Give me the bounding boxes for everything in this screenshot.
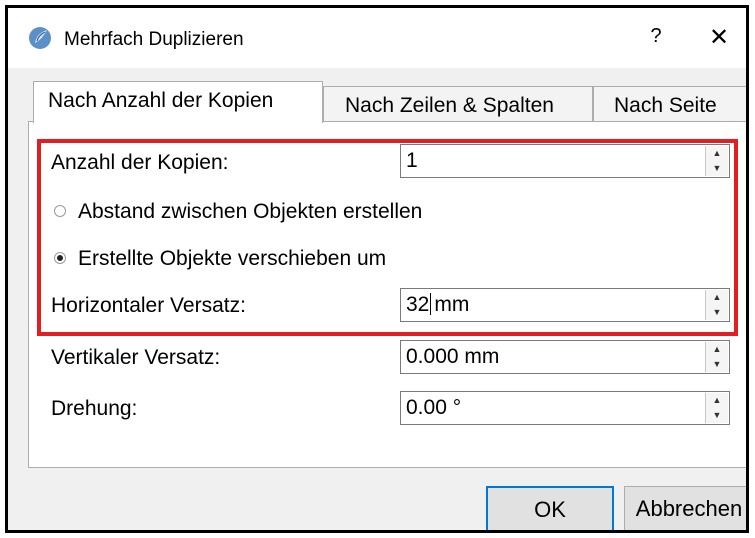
title-bar: Mehrfach Duplizieren ? ✕ <box>8 8 746 68</box>
tab-label: Nach Zeilen & Spalten <box>345 94 554 117</box>
radio-shift-label[interactable]: Erstellte Objekte verschieben um <box>78 247 386 271</box>
rotation-spin-buttons: ▲ ▼ <box>705 393 728 423</box>
app-icon <box>29 27 51 49</box>
tab-label: Nach Seite <box>614 94 717 117</box>
copies-spinbox[interactable]: 1 ▲ ▼ <box>400 144 730 178</box>
tab-nach-zeilen-spalten[interactable]: Nach Zeilen & Spalten <box>323 86 593 126</box>
tab-label: Nach Anzahl der Kopien <box>48 89 274 112</box>
copies-spin-buttons: ▲ ▼ <box>705 146 728 176</box>
horizontal-offset-label: Horizontaler Versatz: <box>51 294 246 317</box>
horizontal-value-unit: mm <box>434 293 470 316</box>
close-button[interactable]: ✕ <box>701 23 737 53</box>
rotation-spinbox[interactable]: 0.00 ° ▲ ▼ <box>400 391 730 425</box>
spin-down-icon[interactable]: ▼ <box>706 408 728 423</box>
window-title: Mehrfach Duplizieren <box>64 29 244 50</box>
vertical-offset-value: 0.000 mm <box>406 345 500 368</box>
ok-button[interactable]: OK <box>486 486 614 530</box>
spin-down-icon[interactable]: ▼ <box>706 305 728 320</box>
copies-value: 1 <box>406 149 418 172</box>
text-cursor <box>430 293 432 315</box>
horizontal-value-number: 32 <box>406 293 430 316</box>
radio-spacing-label[interactable]: Abstand zwischen Objekten erstellen <box>78 200 422 224</box>
radio-shift[interactable] <box>54 252 66 264</box>
spin-up-icon[interactable]: ▲ <box>706 290 728 306</box>
spin-down-icon[interactable]: ▼ <box>706 161 728 176</box>
copies-label: Anzahl der Kopien: <box>51 151 229 174</box>
horizontal-offset-value: 32 mm <box>406 293 469 317</box>
tab-nach-anzahl-der-kopien[interactable]: Nach Anzahl der Kopien <box>33 81 323 123</box>
spin-up-icon[interactable]: ▲ <box>706 342 728 358</box>
radio-spacing[interactable] <box>54 205 66 217</box>
vertical-spin-buttons: ▲ ▼ <box>705 342 728 372</box>
radio-selected-dot <box>57 255 63 261</box>
spin-down-icon[interactable]: ▼ <box>706 357 728 372</box>
dialog-window: Mehrfach Duplizieren ? ✕ Nach Anzahl der… <box>5 5 749 533</box>
spin-up-icon[interactable]: ▲ <box>706 146 728 162</box>
rotation-value: 0.00 ° <box>406 396 462 419</box>
tab-nach-seite[interactable]: Nach Seite <box>593 86 746 126</box>
help-button[interactable]: ? <box>641 25 671 53</box>
rotation-label: Drehung: <box>51 397 138 420</box>
horizontal-spin-buttons: ▲ ▼ <box>705 290 728 320</box>
cancel-button[interactable]: Abbrechen <box>624 486 746 530</box>
vertical-offset-label: Vertikaler Versatz: <box>51 346 221 369</box>
horizontal-offset-spinbox[interactable]: 32 mm ▲ ▼ <box>400 288 730 322</box>
vertical-offset-spinbox[interactable]: 0.000 mm ▲ ▼ <box>400 340 730 374</box>
spin-up-icon[interactable]: ▲ <box>706 393 728 409</box>
